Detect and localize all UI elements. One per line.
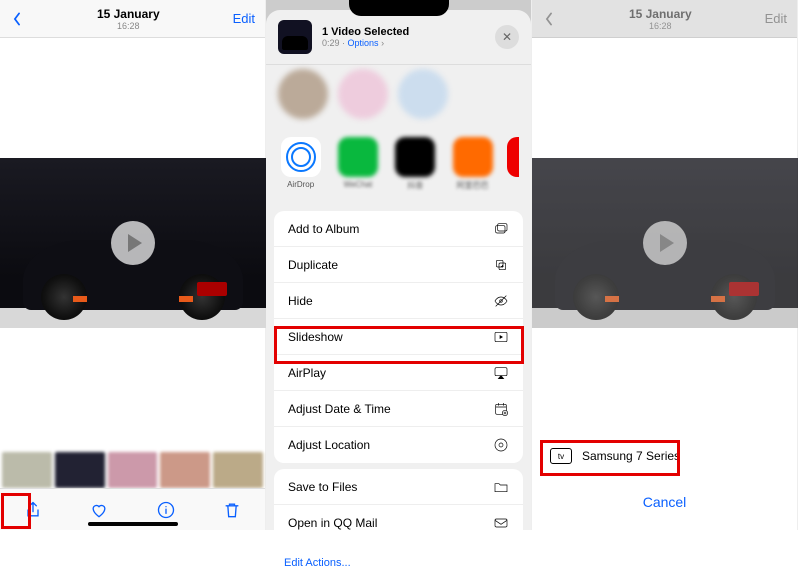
mail-icon: [493, 515, 509, 531]
video-preview: [532, 158, 798, 328]
selection-count: 1 Video Selected: [322, 26, 409, 38]
video-duration: 0:29: [322, 38, 340, 48]
tv-icon: tv: [550, 448, 572, 464]
airplay-icon: [493, 365, 509, 381]
cancel-button[interactable]: Cancel: [538, 482, 791, 522]
wechat-app[interactable]: WeChat: [335, 137, 380, 189]
delete-button[interactable]: [222, 500, 242, 520]
trash-icon: [222, 500, 242, 520]
action-save-files[interactable]: Save to Files: [274, 469, 523, 505]
action-adjust-date[interactable]: Adjust Date & Time: [274, 391, 523, 427]
chevron-left-icon: [10, 12, 24, 26]
album-icon: [493, 221, 509, 237]
play-button: [643, 221, 687, 265]
nav-title: 15 January 16:28: [629, 7, 692, 31]
device-name: Samsung 7 Series: [582, 449, 680, 463]
duplicate-icon: [493, 257, 509, 273]
nav-date: 15 January: [97, 7, 160, 21]
calendar-icon: [493, 401, 509, 417]
airdrop-icon: [281, 137, 321, 177]
play-button[interactable]: [111, 221, 155, 265]
options-link[interactable]: Options: [348, 38, 379, 48]
action-list: Add to Album Duplicate Hide Slideshow Ai…: [274, 211, 523, 463]
contact-avatar[interactable]: [338, 69, 388, 119]
close-icon: ✕: [502, 30, 512, 44]
thumbnail[interactable]: [108, 452, 158, 488]
notch: [349, 0, 449, 16]
nav-bar: 15 January 16:28 Edit: [0, 0, 265, 38]
favorite-button[interactable]: [89, 500, 109, 520]
photos-detail-screen: 15 January 16:28 Edit: [0, 0, 266, 530]
nav-title: 15 January 16:28: [97, 7, 160, 31]
thumbnail-strip[interactable]: [0, 452, 265, 488]
more-apps[interactable]: [507, 137, 519, 177]
back-button[interactable]: [542, 12, 556, 26]
airplay-device-row[interactable]: tv Samsung 7 Series: [538, 436, 791, 476]
play-icon: [128, 234, 142, 252]
video-preview[interactable]: [0, 158, 266, 328]
thumbnail[interactable]: [55, 452, 105, 488]
hide-icon: [493, 293, 509, 309]
contact-suggestions: [266, 65, 531, 131]
app-row: AirDrop WeChat 抖音 阿里巴巴: [266, 131, 531, 205]
alibaba-app[interactable]: 阿里巴巴: [450, 137, 495, 191]
share-button[interactable]: [23, 500, 43, 520]
contact-avatar[interactable]: [278, 69, 328, 119]
action-add-to-album[interactable]: Add to Album: [274, 211, 523, 247]
thumbnail[interactable]: [2, 452, 52, 488]
play-icon: [660, 234, 674, 252]
nav-bar: 15 January 16:28 Edit: [532, 0, 797, 38]
airplay-device-sheet: tv Samsung 7 Series Cancel: [538, 436, 791, 522]
tiktok-icon: [395, 137, 435, 177]
sheet-header: 1 Video Selected 0:29 · Options › ✕: [266, 10, 531, 65]
edit-button[interactable]: Edit: [233, 11, 255, 26]
thumbnail[interactable]: [213, 452, 263, 488]
action-qq-mail[interactable]: Open in QQ Mail: [274, 505, 523, 541]
action-adjust-location[interactable]: Adjust Location: [274, 427, 523, 463]
action-hide[interactable]: Hide: [274, 283, 523, 319]
action-slideshow[interactable]: Slideshow: [274, 319, 523, 355]
nav-date: 15 January: [629, 7, 692, 21]
airplay-picker-screen: 15 January 16:28 Edit tv Samsung 7 Serie…: [532, 0, 798, 530]
edit-button: Edit: [765, 11, 787, 26]
heart-icon: [89, 500, 109, 520]
nav-time: 16:28: [629, 21, 692, 31]
info-icon: [156, 500, 176, 520]
folder-icon: [493, 479, 509, 495]
wechat-icon: [338, 137, 378, 177]
close-button[interactable]: ✕: [495, 25, 519, 49]
slideshow-icon: [493, 329, 509, 345]
chevron-left-icon: [542, 12, 556, 26]
edit-actions-link[interactable]: Edit Actions...: [266, 547, 531, 579]
airdrop-app[interactable]: AirDrop: [278, 137, 323, 189]
action-duplicate[interactable]: Duplicate: [274, 247, 523, 283]
thumbnail[interactable]: [160, 452, 210, 488]
share-icon: [23, 500, 43, 520]
action-airplay[interactable]: AirPlay: [274, 355, 523, 391]
share-sheet: 1 Video Selected 0:29 · Options › ✕ AirD…: [266, 10, 531, 530]
nav-time: 16:28: [97, 21, 160, 31]
action-list-2: Save to Files Open in QQ Mail: [274, 469, 523, 541]
contact-avatar[interactable]: [398, 69, 448, 119]
info-button[interactable]: [156, 500, 176, 520]
app-label: AirDrop: [278, 180, 323, 189]
home-indicator[interactable]: [88, 522, 178, 526]
sheet-thumbnail: [278, 20, 312, 54]
location-icon: [493, 437, 509, 453]
tiktok-app[interactable]: 抖音: [393, 137, 438, 191]
alibaba-icon: [453, 137, 493, 177]
back-button[interactable]: [10, 12, 24, 26]
share-sheet-screen: 1 Video Selected 0:29 · Options › ✕ AirD…: [266, 0, 532, 530]
